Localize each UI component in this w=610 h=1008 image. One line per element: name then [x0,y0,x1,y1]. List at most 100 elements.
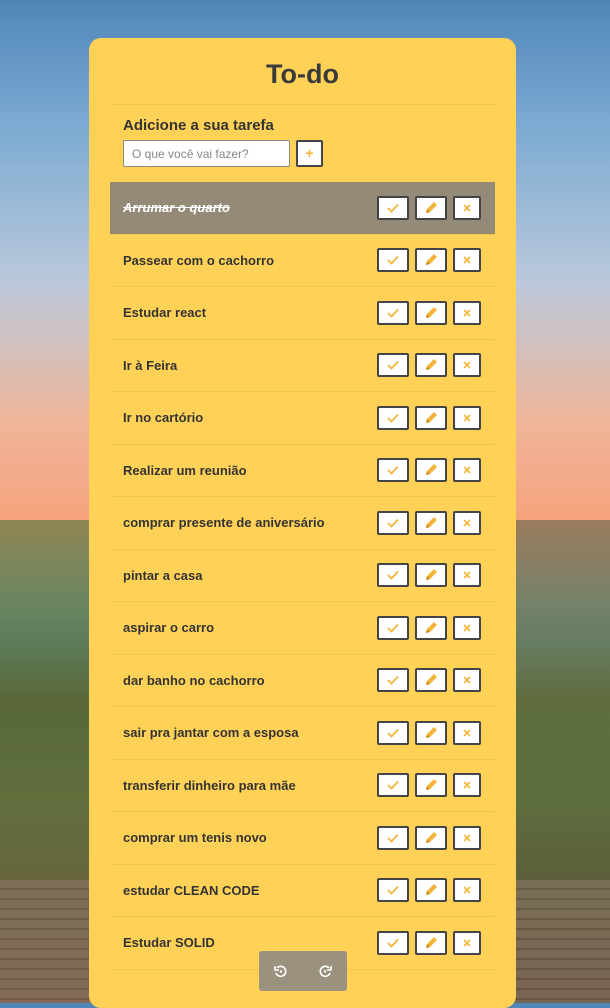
edit-button[interactable] [415,195,447,220]
todo-row: Passear com o cachorro [110,235,495,287]
complete-button[interactable] [377,773,409,798]
todo-actions [377,773,481,798]
close-icon [462,465,472,475]
delete-button[interactable] [453,458,481,483]
delete-button[interactable] [453,195,481,220]
todo-text: pintar a casa [123,567,203,583]
edit-button[interactable] [415,930,447,955]
todo-text: Ir no cartório [123,410,204,426]
add-task-button[interactable]: + [296,140,323,167]
close-icon [462,413,472,423]
close-icon [462,938,472,948]
complete-button[interactable] [377,563,409,588]
edit-button[interactable] [415,510,447,535]
check-icon [386,937,400,949]
complete-button[interactable] [377,248,409,273]
delete-button[interactable] [453,773,481,798]
edit-button[interactable] [415,825,447,850]
todo-text: transferir dinheiro para mãe [123,777,296,793]
complete-button[interactable] [377,300,409,325]
edit-button[interactable] [415,773,447,798]
delete-button[interactable] [453,563,481,588]
edit-button[interactable] [415,878,447,903]
complete-button[interactable] [377,510,409,535]
edit-button[interactable] [415,405,447,430]
todo-text: Arrumar o quarto [123,200,230,216]
todo-card: To-do Adicione a sua tarefa + Arrumar o … [89,38,516,1008]
pencil-icon [423,357,439,373]
edit-button[interactable] [415,248,447,273]
edit-button[interactable] [415,720,447,745]
todo-actions [377,195,481,220]
delete-button[interactable] [453,878,481,903]
delete-button[interactable] [453,353,481,378]
complete-button[interactable] [377,720,409,745]
edit-button[interactable] [415,353,447,378]
todo-actions [377,825,481,850]
check-icon [386,884,400,896]
edit-button[interactable] [415,563,447,588]
todo-row: comprar um tenis novo [110,812,495,865]
delete-button[interactable] [453,825,481,850]
todo-text: Passear com o cachorro [123,252,275,268]
close-icon [462,255,472,265]
todo-text: aspirar o carro [123,620,215,636]
close-icon [462,675,472,685]
todo-actions [377,563,481,588]
add-task-label: Adicione a sua tarefa [123,117,274,134]
todo-text: comprar um tenis novo [123,830,267,846]
todo-row: aspirar o carro [110,602,495,655]
check-icon [386,622,400,634]
close-icon [462,623,472,633]
delete-button[interactable] [453,510,481,535]
close-icon [462,203,472,213]
edit-button[interactable] [415,300,447,325]
check-icon [386,832,400,844]
check-icon [386,254,400,266]
todo-text: comprar presente de aniversário [123,515,325,531]
close-icon [462,833,472,843]
todo-row: comprar presente de aniversário [110,497,495,550]
complete-button[interactable] [377,353,409,378]
pencil-icon [423,830,439,846]
complete-button[interactable] [377,825,409,850]
todo-row: sair pra jantar com a esposa [110,707,495,760]
complete-button[interactable] [377,615,409,640]
delete-button[interactable] [453,615,481,640]
complete-button[interactable] [377,458,409,483]
delete-button[interactable] [453,405,481,430]
todo-actions [377,300,481,325]
edit-button[interactable] [415,615,447,640]
complete-button[interactable] [377,930,409,955]
pencil-icon [423,305,439,321]
edit-button[interactable] [415,668,447,693]
complete-button[interactable] [377,668,409,693]
todo-actions [377,405,481,430]
todo-actions [377,510,481,535]
todo-actions [377,930,481,955]
todo-actions [377,248,481,273]
check-icon [386,674,400,686]
delete-button[interactable] [453,668,481,693]
todo-text: sair pra jantar com a esposa [123,725,299,741]
check-icon [386,517,400,529]
delete-button[interactable] [453,930,481,955]
undo-icon[interactable] [273,963,289,979]
redo-icon[interactable] [317,963,333,979]
delete-button[interactable] [453,248,481,273]
delete-button[interactable] [453,300,481,325]
todo-text: Realizar um reunião [123,462,247,478]
close-icon [462,728,472,738]
edit-button[interactable] [415,458,447,483]
todo-row: Estudar react [110,287,495,340]
complete-button[interactable] [377,405,409,430]
page-title: To-do [266,59,339,89]
add-task-input[interactable] [123,140,290,167]
delete-button[interactable] [453,720,481,745]
complete-button[interactable] [377,195,409,220]
todo-text: estudar CLEAN CODE [123,882,260,898]
complete-button[interactable] [377,878,409,903]
pencil-icon [423,410,439,426]
todo-actions [377,720,481,745]
pencil-icon [423,882,439,898]
